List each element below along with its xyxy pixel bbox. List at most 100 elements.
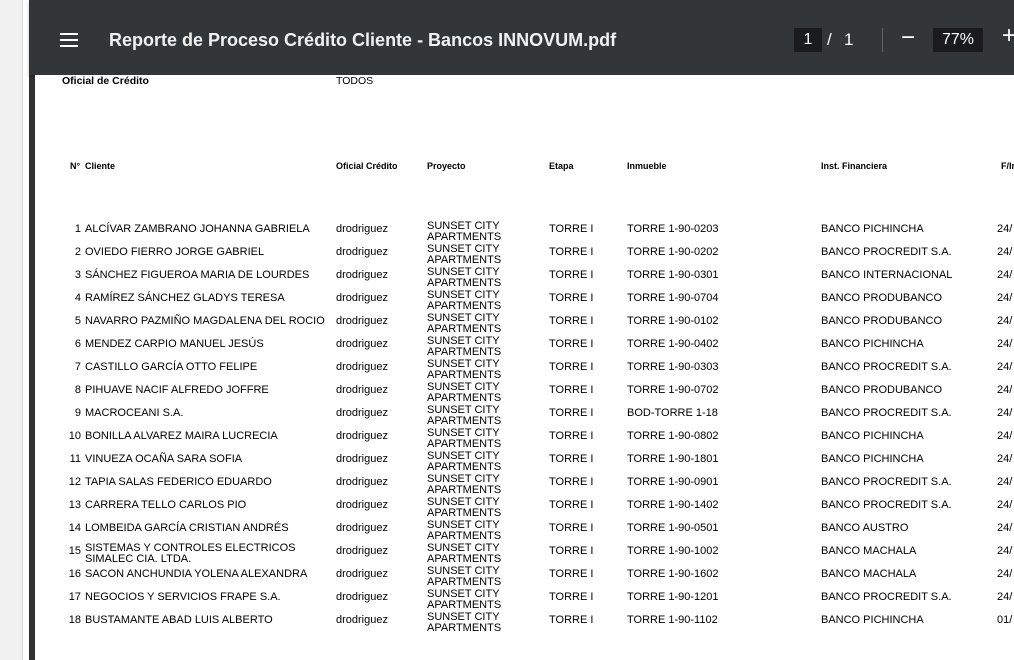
row-project-line2: APARTMENTS	[427, 415, 502, 427]
row-date: 24/	[997, 430, 1013, 442]
row-officer: drodriguez	[336, 246, 388, 258]
row-date: 24/	[997, 522, 1013, 534]
table-row: 13 CARRERA TELLO CARLOS PIO drodriguez SUNS…	[35, 497, 1014, 522]
menu-icon[interactable]	[60, 33, 78, 47]
row-project: SUNSET CITY APARTMENTS	[427, 290, 501, 312]
row-bank: BANCO PICHINCHA	[821, 223, 924, 235]
row-date: 24/	[997, 292, 1013, 304]
table-row: 6 MENDEZ CARPIO MANUEL JESÚS drodriguez SUN…	[35, 336, 1014, 361]
row-officer: drodriguez	[336, 384, 388, 396]
row-number: 16	[68, 568, 81, 580]
row-bank: BANCO PRODUBANCO	[821, 384, 943, 396]
row-stage: TORRE I	[549, 315, 594, 327]
row-bank: BANCO PRODUBANCO	[821, 315, 943, 327]
row-number: 7	[74, 361, 81, 373]
row-date: 24/	[997, 499, 1013, 511]
row-stage: TORRE I	[549, 591, 594, 603]
header-project: Proyecto	[427, 161, 466, 171]
row-client: NEGOCIOS Y SERVICIOS FRAPE S.A.	[85, 591, 281, 603]
row-officer: drodriguez	[336, 568, 388, 580]
row-stage: TORRE I	[549, 407, 594, 419]
row-bank: BANCO AUSTRO	[821, 522, 909, 534]
row-project: SUNSET CITY APARTMENTS	[427, 566, 501, 588]
row-client: ALCÍVAR ZAMBRANO JOHANNA GABRIELA	[85, 223, 310, 235]
table-row: 17 NEGOCIOS Y SERVICIOS FRAPE S.A. drodrig…	[35, 589, 1014, 614]
pdf-page: Oficial de Crédito TODOS N° Cliente Ofic…	[35, 75, 1014, 660]
row-date: 24/	[997, 315, 1013, 327]
row-project-line2: APARTMENTS	[427, 622, 502, 634]
row-date: 24/	[997, 568, 1013, 580]
header-num: N°	[70, 161, 81, 171]
row-bank: BANCO PROCREDIT S.A.	[821, 246, 952, 258]
row-bank: BANCO MACHALA	[821, 568, 917, 580]
row-officer: drodriguez	[336, 522, 388, 534]
zoom-out-button[interactable]: −	[901, 24, 915, 52]
row-stage: TORRE I	[549, 384, 594, 396]
row-bank: BANCO PROCREDIT S.A.	[821, 476, 952, 488]
row-property: TORRE 1-90-1102	[627, 614, 718, 626]
row-project: SUNSET CITY APARTMENTS	[427, 313, 501, 335]
row-client: BUSTAMANTE ABAD LUIS ALBERTO	[85, 614, 273, 626]
row-project-line2: APARTMENTS	[427, 507, 502, 519]
row-bank: BANCO PROCREDIT S.A.	[821, 361, 952, 373]
row-number: 11	[69, 453, 81, 465]
row-property: TORRE 1-90-0203	[627, 223, 719, 235]
table-row: 4 RAMÍREZ SÁNCHEZ GLADYS TERESA drodriguez…	[35, 290, 1014, 315]
row-project-line2: APARTMENTS	[427, 530, 502, 542]
row-stage: TORRE I	[549, 269, 594, 281]
row-officer: drodriguez	[336, 476, 388, 488]
row-client: RAMÍREZ SÁNCHEZ GLADYS TERESA	[85, 292, 285, 304]
zoom-level-input[interactable]: 77%	[933, 28, 983, 52]
row-client: SACON ANCHUNDIA YOLENA ALEXANDRA	[85, 568, 308, 580]
row-project: SUNSET CITY APARTMENTS	[427, 382, 501, 404]
row-bank: BANCO PROCREDIT S.A.	[821, 407, 952, 419]
row-number: 9	[74, 407, 81, 419]
row-stage: TORRE I	[549, 476, 594, 488]
row-officer: drodriguez	[336, 338, 388, 350]
row-bank: BANCO MACHALA	[821, 545, 917, 557]
row-project: SUNSET CITY APARTMENTS	[427, 612, 501, 634]
row-client: LOMBEIDA GARCÍA CRISTIAN ANDRÉS	[85, 522, 289, 534]
total-pages: 1	[844, 30, 854, 49]
officer-filter-label: Oficial de Crédito	[62, 75, 149, 87]
row-project: SUNSET CITY APARTMENTS	[427, 336, 501, 358]
row-project: SUNSET CITY APARTMENTS	[427, 359, 501, 381]
table-row: 16 SACON ANCHUNDIA YOLENA ALEXANDRA drodri…	[35, 566, 1014, 591]
row-officer: drodriguez	[336, 223, 388, 235]
row-property: BOD-TORRE 1-18	[627, 407, 718, 419]
row-stage: TORRE I	[549, 545, 594, 557]
row-project-line2: APARTMENTS	[427, 392, 502, 404]
row-officer: drodriguez	[336, 430, 388, 442]
row-number: 10	[68, 430, 81, 442]
row-client: MENDEZ CARPIO MANUEL JESÚS	[85, 338, 264, 350]
table-row: 2 OVIEDO FIERRO JORGE GABRIEL drodriguez SU…	[35, 244, 1014, 269]
row-project-line2: APARTMENTS	[427, 231, 502, 243]
row-project: SUNSET CITY APARTMENTS	[427, 497, 501, 519]
row-number: 18	[68, 614, 81, 626]
header-date: F/In	[1001, 161, 1014, 171]
row-bank: BANCO PICHINCHA	[821, 338, 924, 350]
row-project: SUNSET CITY APARTMENTS	[427, 405, 501, 427]
row-project-line2: APARTMENTS	[427, 277, 502, 289]
header-officer: Oficial Crédito	[336, 161, 398, 171]
row-date: 24/	[997, 269, 1013, 281]
row-client: NAVARRO PAZMIÑO MAGDALENA DEL ROCIO	[85, 315, 325, 327]
row-project-line2: APARTMENTS	[427, 300, 502, 312]
row-bank: BANCO PICHINCHA	[821, 614, 924, 626]
row-client: CARRERA TELLO CARLOS PIO	[85, 499, 247, 511]
row-date: 24/	[997, 361, 1013, 373]
row-number: 14	[68, 522, 81, 534]
row-property: TORRE 1-90-0702	[627, 384, 719, 396]
row-date: 24/	[997, 407, 1013, 419]
row-property: TORRE 1-90-0704	[627, 292, 719, 304]
table-row: 7 CASTILLO GARCÍA OTTO FELIPE drodriguez SU…	[35, 359, 1014, 384]
row-bank: BANCO PROCREDIT S.A.	[821, 499, 952, 511]
current-page-input[interactable]: 1	[794, 28, 822, 52]
row-date: 24/	[997, 591, 1013, 603]
row-client: TAPIA SALAS FEDERICO EDUARDO	[85, 476, 272, 488]
header-property: Inmueble	[627, 161, 667, 171]
zoom-in-button[interactable]: +	[1002, 22, 1014, 50]
row-stage: TORRE I	[549, 292, 594, 304]
row-property: TORRE 1-90-0102	[627, 315, 719, 327]
row-property: TORRE 1-90-1002	[627, 545, 719, 557]
